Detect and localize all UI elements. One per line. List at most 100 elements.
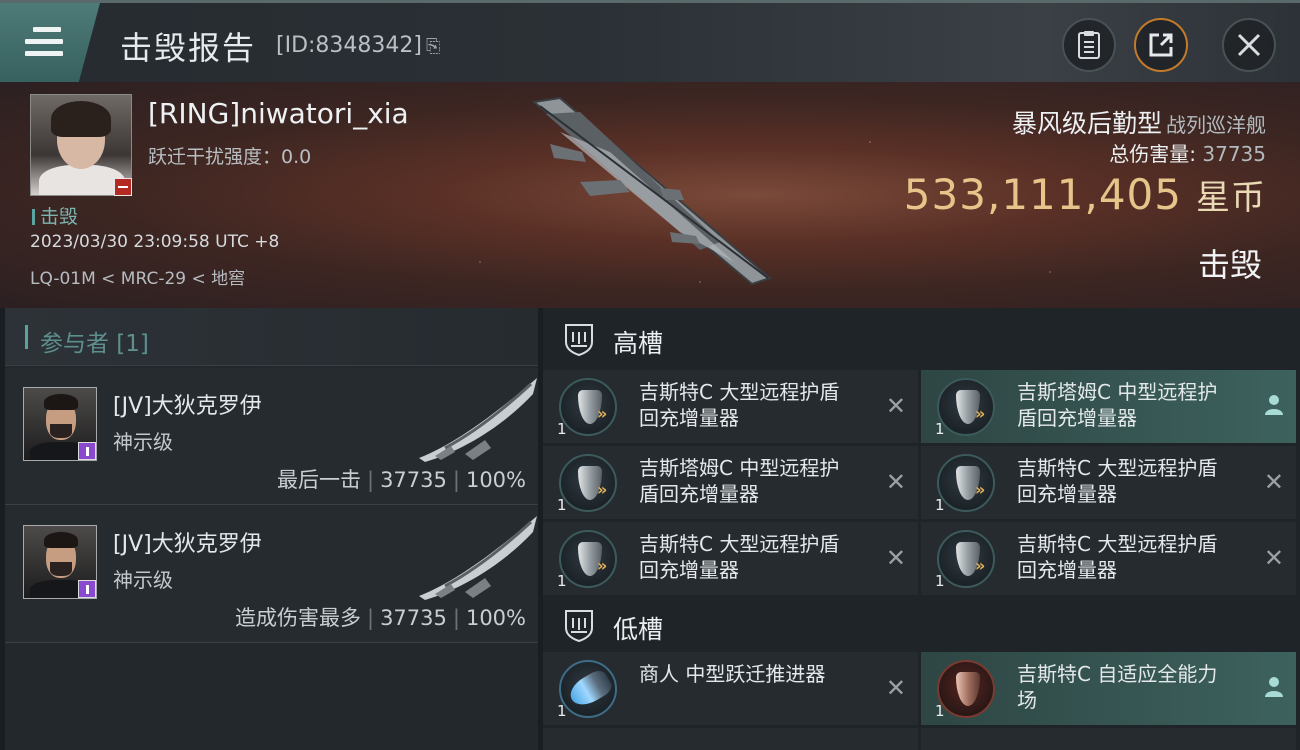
module-name: 商人 中型跃迁推进器 bbox=[639, 662, 826, 686]
module-item[interactable]: 1 商人 中型跃迁推进器 ✕ bbox=[543, 652, 918, 725]
destroyed-icon: ✕ bbox=[1263, 544, 1284, 572]
destroyed-icon: ✕ bbox=[885, 544, 906, 572]
participant-tag: 最后一击 bbox=[276, 468, 361, 492]
participant-stats: 造成伤害最多 | 37735 | 100% bbox=[234, 606, 526, 630]
hardener-icon bbox=[937, 660, 995, 718]
participant-ship: 神示级 bbox=[113, 568, 173, 592]
module-quantity: 1 bbox=[557, 496, 567, 514]
report-id[interactable]: [ID:8348342] ⎘ bbox=[276, 33, 440, 58]
shield-transporter-icon: » bbox=[937, 378, 995, 436]
close-button[interactable] bbox=[1222, 18, 1276, 72]
top-bar: 击毁报告 [ID:8348342] ⎘ bbox=[0, 0, 1300, 85]
high-slot-header: 高槽 bbox=[543, 308, 1300, 372]
close-icon bbox=[1237, 33, 1261, 57]
module-name: 吉斯特C 大型远程护盾回充增量器 bbox=[1017, 456, 1218, 506]
module-quantity: 1 bbox=[935, 572, 945, 590]
module-name: 吉斯特C 大型远程护盾回充增量器 bbox=[639, 532, 840, 582]
module-quantity: 1 bbox=[935, 420, 945, 438]
module-item[interactable]: » 1 吉斯特C 大型远程护盾回充增量器 ✕ bbox=[921, 446, 1296, 519]
high-slot-label: 高槽 bbox=[613, 329, 664, 358]
ship-class-badge-icon bbox=[78, 442, 96, 460]
menu-icon bbox=[25, 27, 63, 57]
menu-button[interactable] bbox=[0, 3, 100, 85]
total-damage: 总伤害量: 37735 bbox=[1109, 138, 1266, 167]
participant-stats: 最后一击 | 37735 | 100% bbox=[276, 468, 526, 492]
module-name: 吉斯特C 自适应全能力场 bbox=[1017, 662, 1218, 712]
total-damage-label: 总伤害量: bbox=[1109, 142, 1197, 166]
isk-value: 533,111,405 bbox=[903, 170, 1182, 219]
participant-percent: 100% bbox=[465, 468, 526, 492]
participant-ship: 神示级 bbox=[113, 430, 173, 454]
person-icon bbox=[1265, 677, 1283, 697]
shield-transporter-icon: » bbox=[559, 454, 617, 512]
participant-damage: 37735 bbox=[380, 606, 447, 630]
low-slot-header: 低槽 bbox=[543, 594, 1300, 658]
report-id-text: [ID:8348342] bbox=[276, 33, 422, 58]
clipboard-icon bbox=[1078, 31, 1100, 59]
participant-damage: 37735 bbox=[380, 468, 447, 492]
share-button[interactable] bbox=[1134, 18, 1188, 72]
participants-header: 参与者 [1] bbox=[5, 308, 538, 366]
module-item[interactable]: » 1 吉斯特C 大型远程护盾回充增量器 ✕ bbox=[543, 522, 918, 595]
kill-timestamp: 2023/03/30 23:09:58 UTC +8 bbox=[30, 232, 280, 252]
copy-icon[interactable]: ⎘ bbox=[426, 36, 440, 57]
module-quantity: 1 bbox=[935, 496, 945, 514]
module-name: 吉斯塔姆C 中型远程护盾回充增量器 bbox=[1017, 380, 1218, 430]
fittings-panel: 高槽 » 1 吉斯特C 大型远程护盾回充增量器 ✕ » 1 吉斯塔姆C 中型远程… bbox=[543, 308, 1300, 750]
participant-avatar[interactable] bbox=[23, 525, 97, 599]
kill-location[interactable]: LQ-01M < MRC-29 < 地窖 bbox=[30, 264, 245, 289]
victim-name[interactable]: [RING]niwatori_xia bbox=[148, 97, 409, 130]
ship-class: 战列巡洋舰 bbox=[1166, 113, 1266, 137]
participant-tag: 造成伤害最多 bbox=[234, 606, 361, 630]
clipboard-button[interactable] bbox=[1062, 18, 1116, 72]
destroyed-icon: ✕ bbox=[885, 392, 906, 420]
participant-percent: 100% bbox=[465, 606, 526, 630]
destroyed-icon: ✕ bbox=[1263, 468, 1284, 496]
module-item[interactable]: » 1 吉斯特C 大型远程护盾回充增量器 ✕ bbox=[543, 370, 918, 443]
destroyed-icon: ✕ bbox=[885, 674, 906, 702]
participant-avatar[interactable] bbox=[23, 387, 97, 461]
result-label: 击毁 bbox=[1197, 246, 1262, 284]
module-item-partial[interactable] bbox=[543, 728, 918, 750]
participant-row[interactable]: [JV]大狄克罗伊 神示级 造成伤害最多 | 37735 | 100% bbox=[5, 506, 538, 643]
participant-ship-image bbox=[419, 378, 537, 462]
shield-transporter-icon: » bbox=[559, 530, 617, 588]
module-quantity: 1 bbox=[557, 420, 567, 438]
kill-status-tag: 击毁 bbox=[32, 202, 78, 229]
warp-jam-strength: 跃迁干扰强度：0.0 bbox=[148, 146, 312, 168]
hostile-badge-icon bbox=[114, 178, 132, 196]
kill-summary: [RING]niwatori_xia 跃迁干扰强度：0.0 击毁 2023/03… bbox=[0, 82, 1300, 308]
module-quantity: 1 bbox=[557, 702, 567, 720]
shield-transporter-icon: » bbox=[937, 530, 995, 588]
total-damage-value: 37735 bbox=[1202, 142, 1266, 166]
module-item[interactable]: » 1 吉斯塔姆C 中型远程护盾回充增量器 bbox=[921, 370, 1296, 443]
ship-name[interactable]: 暴风级后勤型 bbox=[1012, 109, 1162, 138]
propulsion-icon bbox=[559, 660, 617, 718]
module-item-partial[interactable] bbox=[921, 728, 1296, 750]
shield-transporter-icon: » bbox=[559, 378, 617, 436]
isk-unit: 星币 bbox=[1196, 178, 1266, 218]
victim-ship-image bbox=[531, 96, 772, 286]
person-icon bbox=[1265, 395, 1283, 415]
module-item[interactable]: » 1 吉斯特C 大型远程护盾回充增量器 ✕ bbox=[921, 522, 1296, 595]
destroyed-icon: ✕ bbox=[885, 468, 906, 496]
module-quantity: 1 bbox=[935, 702, 945, 720]
module-name: 吉斯塔姆C 中型远程护盾回充增量器 bbox=[639, 456, 840, 506]
low-slot-icon bbox=[565, 610, 593, 642]
participant-ship-image bbox=[419, 516, 537, 600]
shield-transporter-icon: » bbox=[937, 454, 995, 512]
header-accent bbox=[25, 325, 28, 349]
page-title: 击毁报告 bbox=[120, 29, 257, 67]
ship-name-line: 暴风级后勤型 战列巡洋舰 bbox=[1012, 104, 1266, 140]
module-name: 吉斯特C 大型远程护盾回充增量器 bbox=[639, 380, 840, 430]
participant-name: [JV]大狄克罗伊 bbox=[113, 394, 262, 419]
participant-name: [JV]大狄克罗伊 bbox=[113, 532, 262, 557]
ship-class-badge-icon bbox=[78, 580, 96, 598]
module-item[interactable]: » 1 吉斯塔姆C 中型远程护盾回充增量器 ✕ bbox=[543, 446, 918, 519]
module-item[interactable]: 1 吉斯特C 自适应全能力场 bbox=[921, 652, 1296, 725]
module-quantity: 1 bbox=[557, 572, 567, 590]
participant-row[interactable]: [JV]大狄克罗伊 神示级 最后一击 | 37735 | 100% bbox=[5, 368, 538, 505]
low-slot-label: 低槽 bbox=[613, 615, 664, 644]
participants-title: 参与者 [1] bbox=[40, 331, 149, 357]
participants-panel: 参与者 [1] [JV]大狄克罗伊 神示级 最后一击 | 37735 | 100% [J… bbox=[5, 308, 538, 750]
